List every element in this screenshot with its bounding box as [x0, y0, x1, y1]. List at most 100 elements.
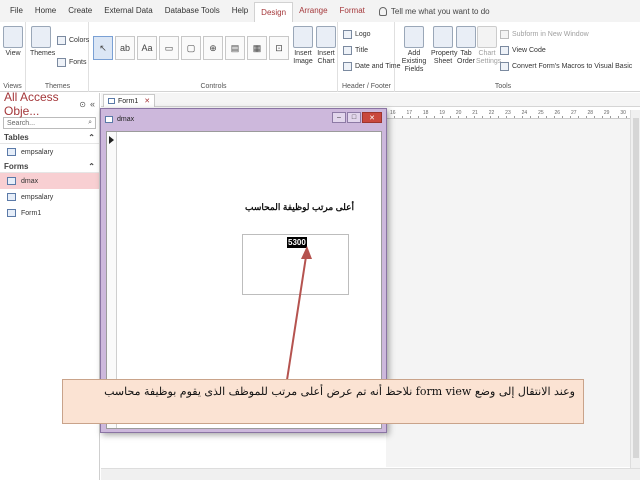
collapse-chevron-icon: ⌃ — [88, 161, 95, 171]
annotation-callout: وعند الانتقال إلى وضع form view نلاحظ أن… — [62, 379, 584, 424]
image-icon — [293, 26, 313, 48]
chart-icon — [316, 26, 336, 48]
insert-chart-button[interactable]: Insert Chart — [315, 26, 337, 66]
nav-pane-title: All Access Obje... — [4, 90, 59, 118]
chart-settings-icon — [477, 26, 497, 48]
form-icon — [7, 177, 16, 185]
title-button[interactable]: Title — [343, 46, 368, 55]
close-icon[interactable]: ✕ — [144, 97, 150, 105]
search-icon: ⌕ — [88, 119, 92, 126]
table-icon — [7, 148, 16, 156]
vertical-scrollbar[interactable] — [630, 110, 640, 468]
tab-format[interactable]: Format — [334, 0, 371, 22]
controls-group: ↖ ab Aa ▭ ▢ ⊕ ▤ ▦ ⊡ Insert Image Insert … — [90, 22, 338, 92]
subform-new-window-button[interactable]: Subform in New Window — [500, 30, 589, 39]
form-icon — [7, 209, 16, 217]
maximize-icon[interactable]: □ — [347, 112, 361, 123]
controls-gallery: ↖ ab Aa ▭ ▢ ⊕ ▤ ▦ ⊡ — [93, 36, 293, 66]
textbox-control-icon[interactable]: ab — [115, 36, 135, 60]
themes-button[interactable]: Themes — [30, 26, 55, 58]
view-code-button[interactable]: View Code — [500, 46, 546, 55]
date-time-button[interactable]: Date and Time — [343, 62, 401, 71]
add-existing-fields-button[interactable]: Add Existing Fields — [398, 26, 430, 74]
ruler-numbers: 16 17 18 19 20 21 22 23 24 25 26 27 28 2… — [390, 110, 626, 116]
tab-help[interactable]: Help — [226, 0, 254, 22]
max-salary-textbox[interactable]: 5300 — [242, 234, 349, 295]
fields-icon — [404, 26, 424, 48]
nav-item-form-form1[interactable]: Form1 — [0, 205, 99, 221]
chart-settings-button[interactable]: Chart Settings — [476, 26, 501, 66]
tell-me-text: Tell me what you want to do — [390, 6, 490, 16]
collapse-chevron-icon: ⌃ — [88, 132, 95, 142]
nav-search-input[interactable]: Search... ⌕ — [3, 117, 96, 129]
ribbon-tab-bar: File Home Create External Data Database … — [0, 0, 640, 23]
form-icon — [108, 98, 115, 104]
themes-group-label: Themes — [44, 83, 71, 90]
property-sheet-icon — [433, 26, 453, 48]
property-sheet-button[interactable]: Property Sheet — [431, 26, 457, 66]
tools-group: Add Existing Fields Property Sheet Tab O… — [396, 22, 632, 92]
tab-control-icon[interactable]: ▢ — [181, 36, 201, 60]
form-icon — [105, 115, 113, 123]
colors-button[interactable]: Colors — [57, 36, 89, 45]
convert-icon — [500, 62, 509, 71]
views-group: View Views — [0, 22, 26, 92]
minimize-icon[interactable]: – — [332, 112, 346, 123]
navigation-control-icon[interactable]: ▦ — [247, 36, 267, 60]
max-salary-label: أعلى مرتب لوظيفة المحاسب — [245, 202, 355, 212]
tools-group-label: Tools — [494, 83, 512, 90]
convert-macros-button[interactable]: Convert Form's Macros to Visual Basic — [500, 62, 632, 71]
nav-pane-header[interactable]: All Access Obje... ⊙ « — [0, 90, 99, 118]
tell-me-box[interactable]: Tell me what you want to do — [378, 6, 490, 16]
web-browser-control-icon[interactable]: ▤ — [225, 36, 245, 60]
logo-icon — [343, 30, 352, 39]
close-icon[interactable]: ✕ — [362, 112, 382, 123]
nav-search-placeholder: Search... — [7, 119, 36, 127]
themes-icon — [31, 26, 51, 48]
max-salary-value: 5300 — [287, 237, 307, 248]
label-control-icon[interactable]: Aa — [137, 36, 157, 60]
tab-external-data[interactable]: External Data — [98, 0, 158, 22]
insert-image-button[interactable]: Insert Image — [292, 26, 314, 66]
form-window-title: dmax — [117, 115, 135, 123]
select-pointer-icon[interactable]: ↖ — [93, 36, 113, 60]
tab-order-button[interactable]: Tab Order — [456, 26, 476, 66]
collapse-icon[interactable]: « — [90, 99, 95, 109]
button-control-icon[interactable]: ▭ — [159, 36, 179, 60]
subform-icon — [500, 30, 509, 39]
option-group-control-icon[interactable]: ⊡ — [269, 36, 289, 60]
tab-design[interactable]: Design — [254, 1, 294, 23]
ribbon: View Views Themes Colors Fonts Themes ↖ … — [0, 22, 640, 92]
lightbulb-icon — [378, 6, 387, 16]
nav-item-form-dmax[interactable]: dmax — [0, 173, 99, 189]
tables-section-header[interactable]: Tables ⌃ — [0, 131, 99, 144]
scroll-thumb[interactable] — [633, 118, 639, 458]
fonts-button[interactable]: Fonts — [57, 58, 87, 67]
nav-item-table-empsalary[interactable]: empsalary — [0, 144, 99, 160]
themes-group: Themes Colors Fonts Themes — [27, 22, 89, 92]
document-tab-form1[interactable]: Form1 ✕ — [103, 94, 156, 107]
tab-create[interactable]: Create — [62, 0, 98, 22]
tab-arrange[interactable]: Arrange — [293, 0, 333, 22]
font-icon — [57, 58, 66, 67]
horizontal-scrollbar[interactable] — [101, 468, 640, 480]
palette-icon — [57, 36, 66, 45]
calendar-icon — [343, 62, 352, 71]
header-footer-group: Logo Title Date and Time Header / Footer — [339, 22, 401, 92]
view-button[interactable]: View — [3, 26, 23, 58]
tab-order-icon — [456, 26, 476, 48]
view-icon — [3, 26, 23, 48]
logo-button[interactable]: Logo — [343, 30, 371, 39]
forms-section-header[interactable]: Forms ⌃ — [0, 160, 99, 173]
chevron-down-icon[interactable]: ⊙ — [79, 100, 86, 109]
hyperlink-control-icon[interactable]: ⊕ — [203, 36, 223, 60]
views-group-label: Views — [3, 83, 22, 90]
tab-file[interactable]: File — [4, 0, 29, 22]
tab-home[interactable]: Home — [29, 0, 62, 22]
form-icon — [7, 193, 16, 201]
nav-item-form-empsalary[interactable]: empsalary — [0, 189, 99, 205]
tab-database-tools[interactable]: Database Tools — [159, 0, 226, 22]
code-icon — [500, 46, 509, 55]
header-footer-group-label: Header / Footer — [341, 83, 392, 90]
record-pointer-icon — [109, 136, 114, 144]
